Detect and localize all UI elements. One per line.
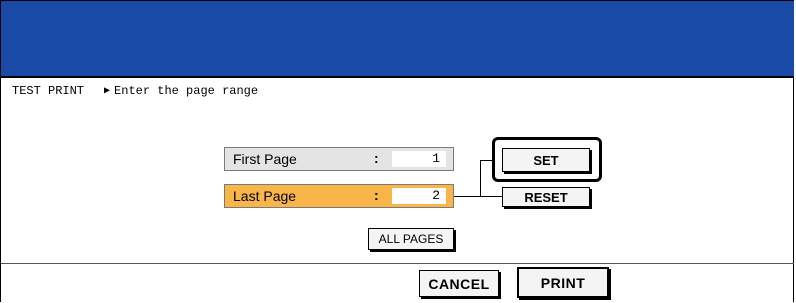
last-page-field[interactable]: Last Page : 2 bbox=[224, 184, 454, 208]
connector-line bbox=[480, 160, 492, 161]
set-button[interactable]: SET bbox=[502, 148, 590, 172]
connector-line bbox=[480, 160, 481, 196]
cancel-button[interactable]: CANCEL bbox=[419, 270, 499, 297]
first-page-colon: : bbox=[374, 150, 379, 166]
last-page-colon: : bbox=[374, 187, 379, 203]
breadcrumb-section: TEST PRINT bbox=[12, 84, 85, 98]
first-page-field[interactable]: First Page : 1 bbox=[224, 147, 454, 171]
breadcrumb: TEST PRINT ▶ Enter the page range bbox=[12, 84, 258, 98]
all-pages-button[interactable]: ALL PAGES bbox=[368, 228, 454, 250]
first-page-label: First Page bbox=[233, 151, 297, 167]
header-bar bbox=[1, 1, 794, 78]
print-button[interactable]: PRINT bbox=[517, 267, 609, 298]
connector-line bbox=[454, 196, 502, 197]
last-page-value[interactable]: 2 bbox=[392, 188, 446, 204]
right-triangle-icon: ▶ bbox=[104, 86, 111, 97]
first-page-value[interactable]: 1 bbox=[392, 151, 446, 167]
breadcrumb-instruction: Enter the page range bbox=[114, 84, 259, 98]
divider bbox=[1, 263, 794, 264]
last-page-label: Last Page bbox=[233, 188, 297, 204]
reset-button[interactable]: RESET bbox=[502, 187, 590, 207]
